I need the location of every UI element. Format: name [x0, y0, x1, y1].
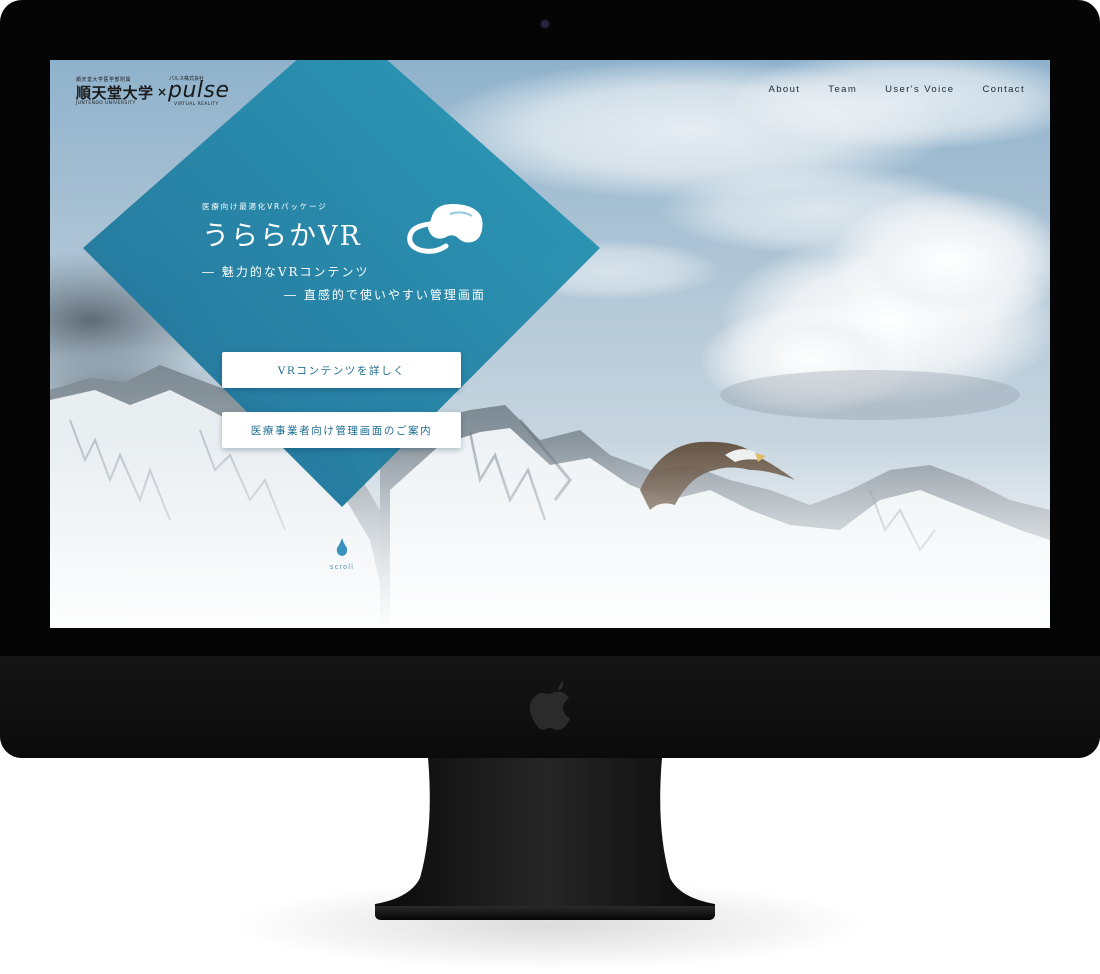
admin-guide-button[interactable]: 医療事業者向け管理画面のご案内	[222, 412, 461, 448]
monitor-bezel: 順天堂大学医学部附属 順天堂大学 JUNTENDO UNIVERSITY × パ…	[0, 0, 1100, 758]
monitor-stand	[375, 758, 715, 920]
vr-headset-icon	[407, 204, 483, 254]
feature-vr-content: ― 魅力的なVRコンテンツ	[202, 265, 370, 279]
scroll-indicator[interactable]: scroll	[328, 538, 356, 578]
feature-admin-panel: ― 直感的で使いやすい管理画面	[284, 288, 486, 302]
hero-section: 医療向け最適化VRパッケージ うららかVR ― 魅力的なVRコンテンツ ― 直感…	[50, 60, 1050, 628]
vr-contents-button[interactable]: VRコンテンツを詳しく	[222, 352, 461, 388]
webcam	[541, 20, 549, 28]
apple-logo-icon	[529, 681, 570, 730]
hero-eyebrow: 医療向け最適化VRパッケージ	[202, 202, 328, 211]
water-drop-icon	[336, 538, 348, 556]
website-screen: 順天堂大学医学部附属 順天堂大学 JUNTENDO UNIVERSITY × パ…	[50, 60, 1050, 628]
hero-title: うららかVR	[202, 221, 362, 252]
scroll-label: scroll	[329, 564, 355, 571]
